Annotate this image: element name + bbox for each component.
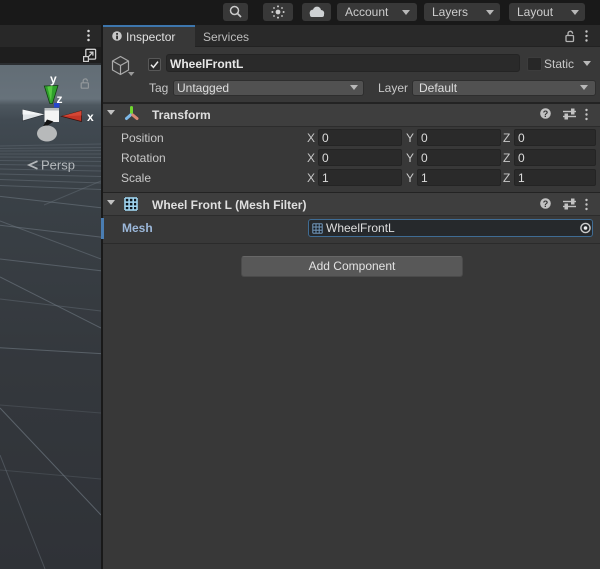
svg-text:Persp: Persp [41, 158, 75, 173]
svg-text:z: z [57, 92, 63, 106]
svg-text:x: x [87, 110, 94, 124]
svg-text:y: y [50, 72, 57, 86]
svg-text:?: ? [543, 199, 549, 209]
svg-text:?: ? [543, 109, 549, 119]
